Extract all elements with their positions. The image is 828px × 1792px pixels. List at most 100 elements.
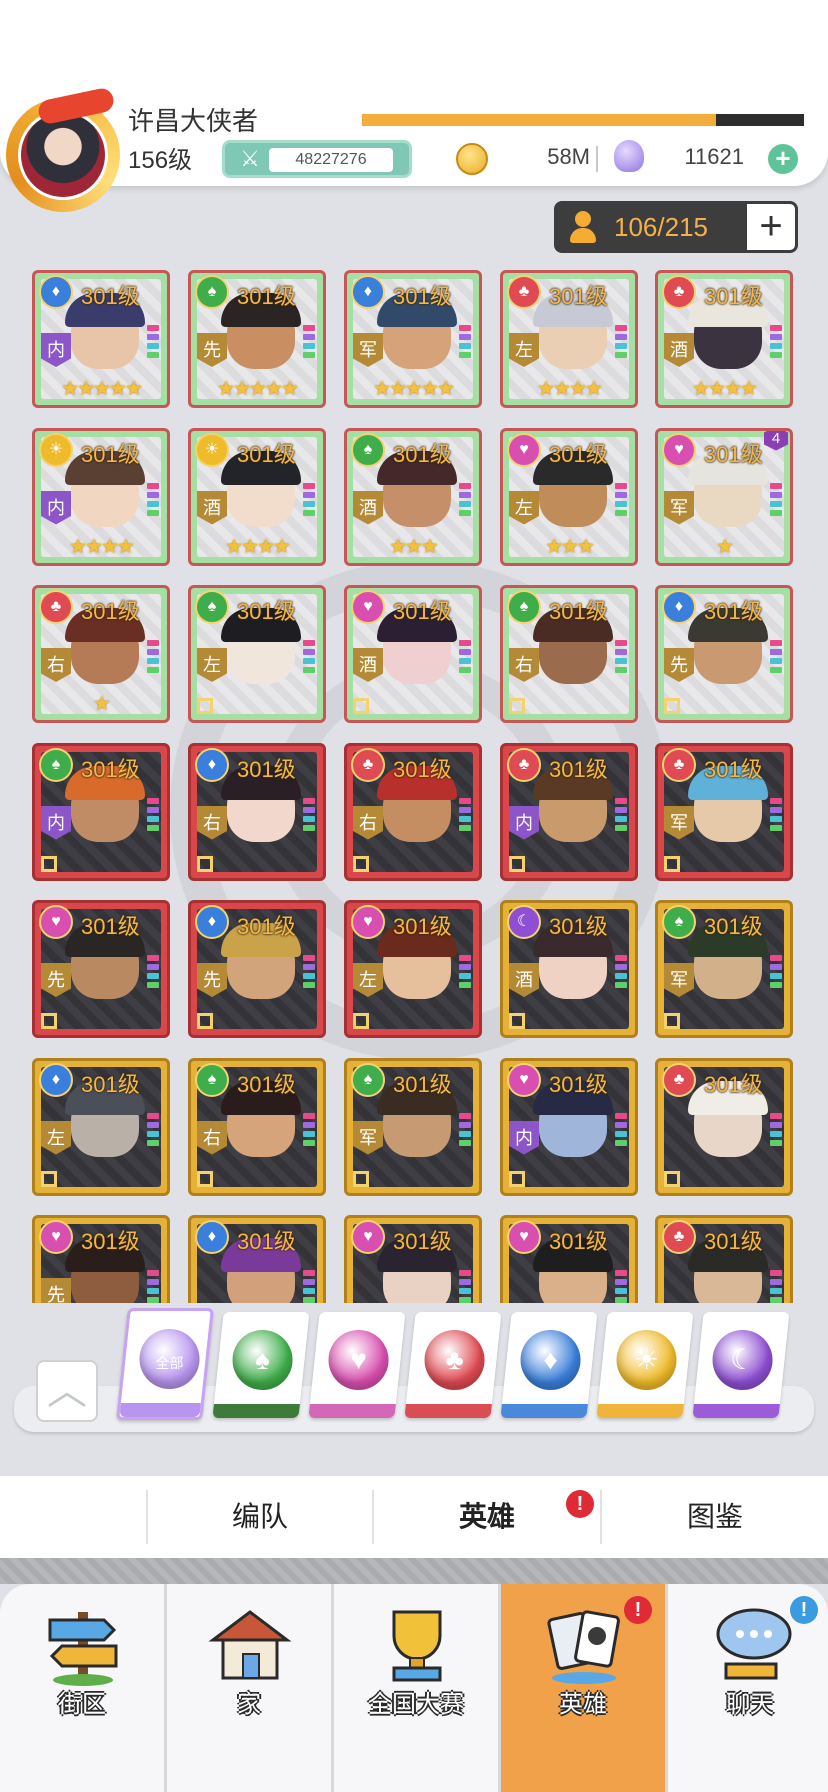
hero-card[interactable]: 301级 ♦ 左 xyxy=(32,1057,170,1196)
hero-card[interactable]: 301级 ♥ xyxy=(500,1215,638,1303)
hero-card[interactable]: 301级 ♥ 先 xyxy=(32,900,170,1038)
hero-card[interactable]: 301级 ♠ 酒 ★★★ xyxy=(344,427,482,566)
hero-card[interactable]: 301级 ♥ 先 xyxy=(32,1215,170,1303)
hero-card[interactable]: 301级 ♠ 军 xyxy=(655,900,793,1038)
hero-card[interactable]: 301级 ♥ 左 ★★★ xyxy=(500,427,638,566)
hero-card[interactable]: 301级 ♣ xyxy=(655,1057,793,1196)
hero-card[interactable]: 301级 ♦ 内 ★★★★★ xyxy=(32,270,170,408)
hero-card[interactable]: 301级 ♦ 先 xyxy=(655,585,793,723)
hero-card[interactable]: 301级 ♠ 先 ★★★★★ xyxy=(188,270,326,408)
hero-level: 301级 xyxy=(237,914,296,939)
heart-suit-icon: ♥ xyxy=(328,1330,389,1390)
hero-corner-icon xyxy=(353,855,369,872)
filter-tab-diamond[interactable]: ♦ xyxy=(500,1312,598,1418)
filter-tab-stripe xyxy=(212,1404,300,1418)
skill-bars xyxy=(147,1270,159,1303)
skill-bars xyxy=(459,955,471,991)
hero-card[interactable]: 301级 ♣ 右 ★ xyxy=(32,585,170,723)
expand-capacity-button[interactable]: + xyxy=(744,201,798,253)
hero-corner-icon xyxy=(509,855,525,872)
hero-level: 301级 xyxy=(393,284,452,309)
nav-home-label: 家 xyxy=(237,1691,261,1718)
player-avatar[interactable] xyxy=(18,110,108,200)
hero-card[interactable]: 301级 ♣ 右 xyxy=(344,742,482,881)
gem-icon xyxy=(614,140,644,172)
player-name: 许昌大侠者 xyxy=(128,106,259,136)
hero-card[interactable]: 301级 ♣ 左 ★★★★ xyxy=(500,270,638,408)
hero-count: 106/215 xyxy=(614,212,708,242)
hero-card[interactable]: 301级 ☾ 酒 xyxy=(500,900,638,1038)
hero-level: 301级 xyxy=(549,1229,608,1254)
hero-card[interactable]: 301级 ♠ 左 xyxy=(188,585,326,723)
hero-level: 301级 xyxy=(549,441,608,467)
skill-bars xyxy=(615,797,627,834)
hero-level: 301级 xyxy=(704,599,763,624)
skill-bars xyxy=(770,325,782,361)
hero-card[interactable]: 301级 ☀ 内 ★★★★ xyxy=(32,427,170,566)
tab-collection[interactable]: 图鉴 xyxy=(602,1476,828,1558)
nav-tournament[interactable]: 全国大赛 xyxy=(334,1584,498,1792)
hero-card[interactable]: 301级 ♦ 军 ★★★★★ xyxy=(344,270,482,408)
filter-tab-club[interactable]: ♣ xyxy=(404,1312,502,1418)
gold-coin-icon xyxy=(456,143,488,175)
hero-level: 301级 xyxy=(81,441,140,467)
filter-tab-all[interactable]: 全部 xyxy=(116,1308,214,1420)
hero-level: 301级 xyxy=(549,914,608,939)
scroll-up-button[interactable]: ︿ xyxy=(36,1360,98,1422)
hero-stars: ★★★ xyxy=(545,535,595,558)
hero-card[interactable]: 301级 ♣ xyxy=(655,1215,793,1303)
spade-suit-icon: ♠ xyxy=(195,590,229,624)
hero-card[interactable]: 301级 ♣ 军 xyxy=(655,742,793,881)
hero-card[interactable]: 301级 ♥ 左 xyxy=(344,900,482,1038)
heart-suit-icon: ♥ xyxy=(507,432,541,467)
hero-card[interactable]: 301级 ♥ xyxy=(344,1215,482,1303)
hero-card[interactable]: 301级 ♠ 右 xyxy=(188,1057,326,1196)
spade-suit-icon: ♠ xyxy=(232,1330,293,1390)
add-gems-button[interactable]: + xyxy=(768,144,798,174)
sun-suit-icon: ☀ xyxy=(616,1330,677,1390)
hero-card[interactable]: 301级 ♣ 酒 ★★★★ xyxy=(655,270,793,408)
hero-stars: ★★★★★ xyxy=(61,378,143,400)
hero-level: 301级 xyxy=(549,756,608,782)
bottom-nav: 街区 家 全国大赛 英雄 ! 聊天 ! xyxy=(0,1584,828,1792)
hero-level: 301级 xyxy=(81,914,140,939)
hero-card[interactable]: 301级 ♦ 右 xyxy=(188,742,326,881)
hero-card[interactable]: 301级 ☀ 酒 ★★★★ xyxy=(188,427,326,566)
hero-card[interactable]: 301级 ♠ 内 xyxy=(32,742,170,881)
filter-tab-heart[interactable]: ♥ xyxy=(308,1312,406,1418)
skill-bars xyxy=(459,1112,471,1149)
diamond-suit-icon: ♦ xyxy=(195,1220,229,1254)
hero-card[interactable]: 301级 ♥ 军 ★ 4 xyxy=(655,427,793,566)
nav-district[interactable]: 街区 xyxy=(0,1584,164,1792)
skill-bars xyxy=(459,640,471,676)
tab-heroes[interactable]: 英雄 xyxy=(374,1476,600,1558)
nav-heroes-alert-icon: ! xyxy=(624,1596,652,1624)
hero-card[interactable]: 301级 ♦ xyxy=(188,1215,326,1303)
club-suit-icon: ♣ xyxy=(507,747,541,782)
hero-cards-icon xyxy=(547,1610,620,1684)
skill-bars xyxy=(770,482,782,519)
hero-stars: ★★★★ xyxy=(225,535,291,558)
skill-bars xyxy=(303,1112,315,1149)
hero-card[interactable]: 301级 ♥ 内 xyxy=(500,1057,638,1196)
tab-formation[interactable]: 编队 xyxy=(148,1476,372,1558)
hero-level: 301级 xyxy=(704,756,763,782)
filter-tab-spade[interactable]: ♠ xyxy=(212,1312,310,1418)
skill-bars xyxy=(615,1112,627,1149)
spade-suit-icon: ♠ xyxy=(39,747,73,782)
skill-bars xyxy=(459,482,471,519)
hero-corner-icon xyxy=(664,1013,680,1029)
nav-home[interactable]: 家 xyxy=(167,1584,331,1792)
filter-tab-stripe xyxy=(308,1404,396,1418)
hero-stars: ★★★★ xyxy=(537,378,603,400)
hero-card[interactable]: 301级 ♣ 内 xyxy=(500,742,638,881)
hero-level: 301级 xyxy=(549,599,608,624)
hero-card[interactable]: 301级 ♠ 右 xyxy=(500,585,638,723)
hero-card[interactable]: 301级 ♦ 先 xyxy=(188,900,326,1038)
hero-card[interactable]: 301级 ♥ 酒 xyxy=(344,585,482,723)
filter-tab-moon[interactable]: ☾ xyxy=(692,1312,790,1418)
skill-bars xyxy=(770,955,782,991)
skill-bars xyxy=(615,955,627,991)
filter-tab-sun[interactable]: ☀ xyxy=(596,1312,694,1418)
hero-card[interactable]: 301级 ♠ 军 xyxy=(344,1057,482,1196)
